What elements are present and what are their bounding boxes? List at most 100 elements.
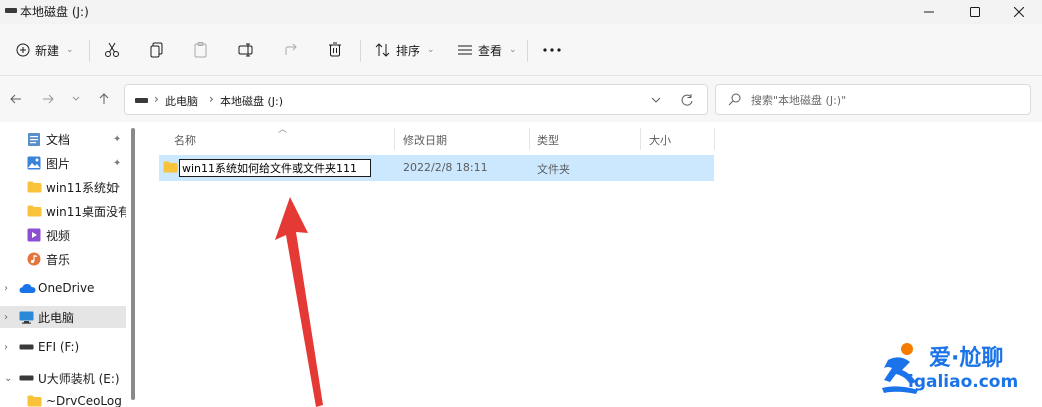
divider xyxy=(89,40,90,62)
breadcrumb-separator: › xyxy=(209,92,214,106)
column-header-size[interactable]: 大小 xyxy=(649,132,671,148)
share-button[interactable] xyxy=(284,36,300,64)
new-button[interactable]: 新建 ⌄ xyxy=(16,36,74,64)
maximize-button[interactable] xyxy=(952,0,998,24)
chevron-down-icon: ⌄ xyxy=(427,45,435,55)
annotation-arrow xyxy=(275,197,323,407)
pin-icon: ✦ xyxy=(113,133,122,145)
cut-button[interactable] xyxy=(104,36,120,64)
chevron-down-icon[interactable]: ⌄ xyxy=(4,373,12,384)
drive-icon xyxy=(19,344,34,350)
more-icon xyxy=(543,48,561,52)
chevron-down-icon xyxy=(72,96,80,101)
sidebar-item-onedrive[interactable]: › OneDrive xyxy=(0,277,126,299)
sidebar-item-this-pc[interactable]: › 此电脑 xyxy=(0,306,126,328)
new-label: 新建 xyxy=(35,43,60,58)
rename-icon xyxy=(238,43,253,57)
up-button[interactable] xyxy=(94,89,114,109)
pin-icon: ✦ xyxy=(113,181,122,193)
column-divider[interactable] xyxy=(640,128,641,150)
chevron-right-icon[interactable]: › xyxy=(4,342,8,353)
column-header-modified[interactable]: 修改日期 xyxy=(403,132,447,148)
delete-button[interactable] xyxy=(328,36,342,64)
chevron-down-icon: ⌄ xyxy=(66,45,74,55)
column-header-name[interactable]: 名称 xyxy=(174,132,196,148)
chevron-right-icon[interactable]: › xyxy=(4,312,8,323)
column-divider[interactable] xyxy=(714,128,715,150)
sidebar-item-efi-drive[interactable]: › EFI (F:) xyxy=(0,336,126,358)
back-button[interactable] xyxy=(6,89,26,109)
sidebar-item-label: 图片 xyxy=(46,156,71,171)
sort-icon xyxy=(375,43,390,57)
search-box[interactable] xyxy=(715,84,1031,115)
column-header-type[interactable]: 类型 xyxy=(537,132,559,148)
refresh-icon xyxy=(681,94,693,106)
close-button[interactable] xyxy=(996,0,1042,24)
folder-icon xyxy=(27,395,42,407)
sidebar-item-label: 音乐 xyxy=(46,252,71,267)
sidebar-item-videos[interactable]: 视频 xyxy=(0,224,126,246)
address-bar[interactable]: › 此电脑 › 本地磁盘 (J:) xyxy=(124,84,708,115)
watermark-title: 爱·尬聊 xyxy=(929,346,1004,371)
copy-icon xyxy=(150,42,163,58)
column-divider[interactable] xyxy=(529,128,530,150)
view-list-icon xyxy=(458,45,472,55)
recent-locations-button[interactable] xyxy=(66,89,86,109)
sort-indicator-icon: ︿ xyxy=(278,125,288,135)
sidebar-item-label: U大师装机 (E:) xyxy=(38,371,120,386)
command-bar: 新建 ⌄ 排序 ⌄ 查看 ⌄ xyxy=(0,24,1042,76)
document-icon xyxy=(28,132,40,146)
sidebar-item-documents[interactable]: 文档 ✦ xyxy=(0,128,126,150)
rename-input[interactable] xyxy=(179,159,371,177)
sidebar-item-pictures[interactable]: 图片 ✦ xyxy=(0,152,126,174)
sidebar-item-udashi-drive[interactable]: ⌄ U大师装机 (E:) xyxy=(0,367,126,389)
rename-button[interactable] xyxy=(238,36,254,64)
view-button[interactable]: 查看 ⌄ xyxy=(457,36,517,64)
folder-icon xyxy=(27,181,42,193)
sort-button[interactable]: 排序 ⌄ xyxy=(375,36,435,64)
column-divider[interactable] xyxy=(394,128,395,150)
refresh-button[interactable] xyxy=(678,90,696,110)
watermark-url: igaliao.com xyxy=(908,372,1019,392)
arrow-left-icon xyxy=(10,94,21,104)
computer-icon xyxy=(19,311,34,324)
arrow-up-icon xyxy=(99,93,109,104)
forward-button[interactable] xyxy=(38,89,58,109)
search-icon xyxy=(728,93,741,106)
sidebar-item-folder-win11-system[interactable]: win11系统如 ✦ xyxy=(0,176,126,198)
drive-icon xyxy=(19,375,34,381)
share-icon xyxy=(285,43,297,55)
watermark-logo: 爱·尬聊 igaliao.com xyxy=(876,338,1036,398)
video-icon xyxy=(27,228,41,242)
search-input[interactable] xyxy=(751,90,1021,110)
modified-date: 2022/2/8 18:11 xyxy=(403,161,488,174)
music-icon xyxy=(27,252,41,266)
copy-button[interactable] xyxy=(150,36,164,64)
breadcrumb-local-disk[interactable]: 本地磁盘 (J:) xyxy=(220,93,283,109)
navigation-pane: 文档 ✦ 图片 ✦ win11系统如 ✦ win11桌面没有! 视频 音乐 › … xyxy=(0,122,140,407)
scissors-icon xyxy=(105,42,119,57)
sidebar-item-label: win11系统如 xyxy=(46,180,119,195)
minimize-button[interactable] xyxy=(906,0,952,24)
address-row: › 此电脑 › 本地磁盘 (J:) xyxy=(0,76,1042,122)
close-icon xyxy=(1014,7,1024,17)
sidebar-item-label: 文档 xyxy=(46,132,71,147)
chevron-down-icon xyxy=(651,97,661,103)
more-options-button[interactable] xyxy=(543,36,561,64)
drive-icon xyxy=(135,98,148,103)
picture-icon xyxy=(27,156,41,170)
table-row[interactable]: 2022/2/8 18:11 文件夹 xyxy=(159,155,714,181)
breadcrumb-this-pc[interactable]: 此电脑 xyxy=(165,93,198,109)
chevron-right-icon[interactable]: › xyxy=(4,283,8,294)
sidebar-item-folder-win11-desktop[interactable]: win11桌面没有! xyxy=(0,200,126,222)
sidebar-item-drvceolog[interactable]: ~DrvCeoLog xyxy=(0,390,126,407)
pin-icon: ✦ xyxy=(113,157,122,169)
sidebar-item-label: 此电脑 xyxy=(38,310,75,325)
sidebar-item-music[interactable]: 音乐 xyxy=(0,248,126,270)
paste-button[interactable] xyxy=(194,36,208,64)
chevron-down-icon: ⌄ xyxy=(509,45,517,55)
sidebar-scrollbar[interactable] xyxy=(131,128,135,400)
title-bar: 本地磁盘 (J:) xyxy=(0,0,1042,24)
address-history-dropdown[interactable] xyxy=(647,90,665,110)
trash-icon xyxy=(329,42,341,57)
